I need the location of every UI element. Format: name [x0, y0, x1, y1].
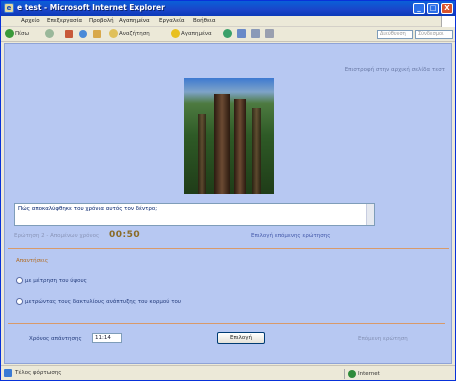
stop-button[interactable] [65, 29, 74, 40]
browser-window: e e test - Microsoft Internet Explorer _… [0, 0, 456, 381]
title-bar[interactable]: e e test - Microsoft Internet Explorer _… [1, 1, 455, 16]
divider [8, 323, 445, 324]
answer-option[interactable]: με μέτρηση του ύψους [16, 277, 87, 286]
question-text: Πώς αποκαλύφθηκε του χρόνια αυτός τον δέ… [18, 206, 158, 212]
menu-help[interactable]: Βοήθεια [193, 18, 215, 24]
answer-option[interactable]: μετρώντας τους δακτυλίους ανάπτυξης του … [16, 298, 181, 307]
media-icon [223, 29, 232, 38]
minimize-button[interactable]: _ [413, 3, 425, 14]
next-question-select-link[interactable]: Επιλογή επόμενης ερώτησης [251, 233, 330, 239]
search-button[interactable]: Αναζήτηση [109, 29, 150, 40]
print-icon [265, 29, 274, 38]
links-bar[interactable]: Σύνδεσμοι [415, 30, 453, 39]
menu-bar: Αρχείο Επεξεργασία Προβολή Αγαπημένα Εργ… [1, 16, 455, 27]
close-button[interactable]: X [441, 3, 453, 14]
ie-logo-icon: e [4, 3, 14, 13]
back-arrow-icon [5, 29, 14, 38]
menu-file[interactable]: Αρχείο [21, 18, 40, 24]
answers-title: Απαντήσεις [16, 258, 49, 264]
tree-photo [184, 78, 274, 194]
favorites-button[interactable]: Αγαπημένα [171, 29, 212, 40]
star-icon [171, 29, 180, 38]
forward-arrow-icon [45, 29, 54, 38]
menu-edit[interactable]: Επεξεργασία [47, 18, 82, 24]
menu-view[interactable]: Προβολή [89, 18, 114, 24]
mail-button[interactable] [251, 29, 261, 40]
print-button[interactable] [265, 29, 275, 40]
windows-logo-icon [441, 16, 455, 27]
status-text: Τέλος φόρτωσης [15, 370, 62, 376]
divider [8, 248, 449, 249]
menu-favorites[interactable]: Αγαπημένα [119, 18, 150, 24]
stop-icon [65, 29, 73, 38]
mail-icon [251, 29, 260, 38]
back-to-start-link[interactable]: Επιστροφή στην αρχική σελίδα τεστ [345, 67, 445, 73]
answer-time-field[interactable]: 11:14 [92, 333, 122, 343]
home-icon [93, 29, 101, 38]
security-zone: Internet [344, 369, 380, 379]
forward-button[interactable] [45, 29, 55, 40]
radio-button[interactable] [16, 277, 23, 284]
timer-label: Ερώτηση 2 - Απομένων χρόνος [14, 233, 100, 239]
maximize-button[interactable]: □ [427, 3, 439, 14]
address-field[interactable]: Διεύθυνση [377, 30, 413, 39]
question-scrollbar[interactable] [366, 204, 374, 225]
page-icon [4, 369, 12, 377]
back-button[interactable]: Πίσω [5, 29, 29, 40]
radio-button[interactable] [16, 298, 23, 305]
refresh-button[interactable] [79, 29, 88, 40]
home-button[interactable] [93, 29, 102, 40]
media-button[interactable] [223, 29, 233, 40]
menu-tools[interactable]: Εργαλεία [159, 18, 185, 24]
history-icon [237, 29, 246, 38]
next-question-link[interactable]: Επόμενη ερώτηση [358, 336, 408, 342]
history-button[interactable] [237, 29, 247, 40]
answer-time-label: Χρόνος απάντησης [29, 336, 82, 342]
timer-value: 00:50 [109, 230, 141, 240]
toolbar: Πίσω Αναζήτηση Αγαπημένα Διεύθυνση Σύνδε… [1, 27, 455, 42]
search-icon [109, 29, 118, 38]
refresh-icon [79, 29, 87, 38]
globe-icon [348, 369, 356, 378]
window-title: e test - Microsoft Internet Explorer [17, 3, 165, 12]
page-content: Επιστροφή στην αρχική σελίδα τεστ Πώς απ… [4, 43, 452, 364]
status-bar: Τέλος φόρτωσης Internet [1, 365, 455, 380]
question-box: Πώς αποκαλύφθηκε του χρόνια αυτός τον δέ… [14, 203, 375, 226]
submit-answer-button[interactable]: Επιλογή [217, 332, 265, 344]
